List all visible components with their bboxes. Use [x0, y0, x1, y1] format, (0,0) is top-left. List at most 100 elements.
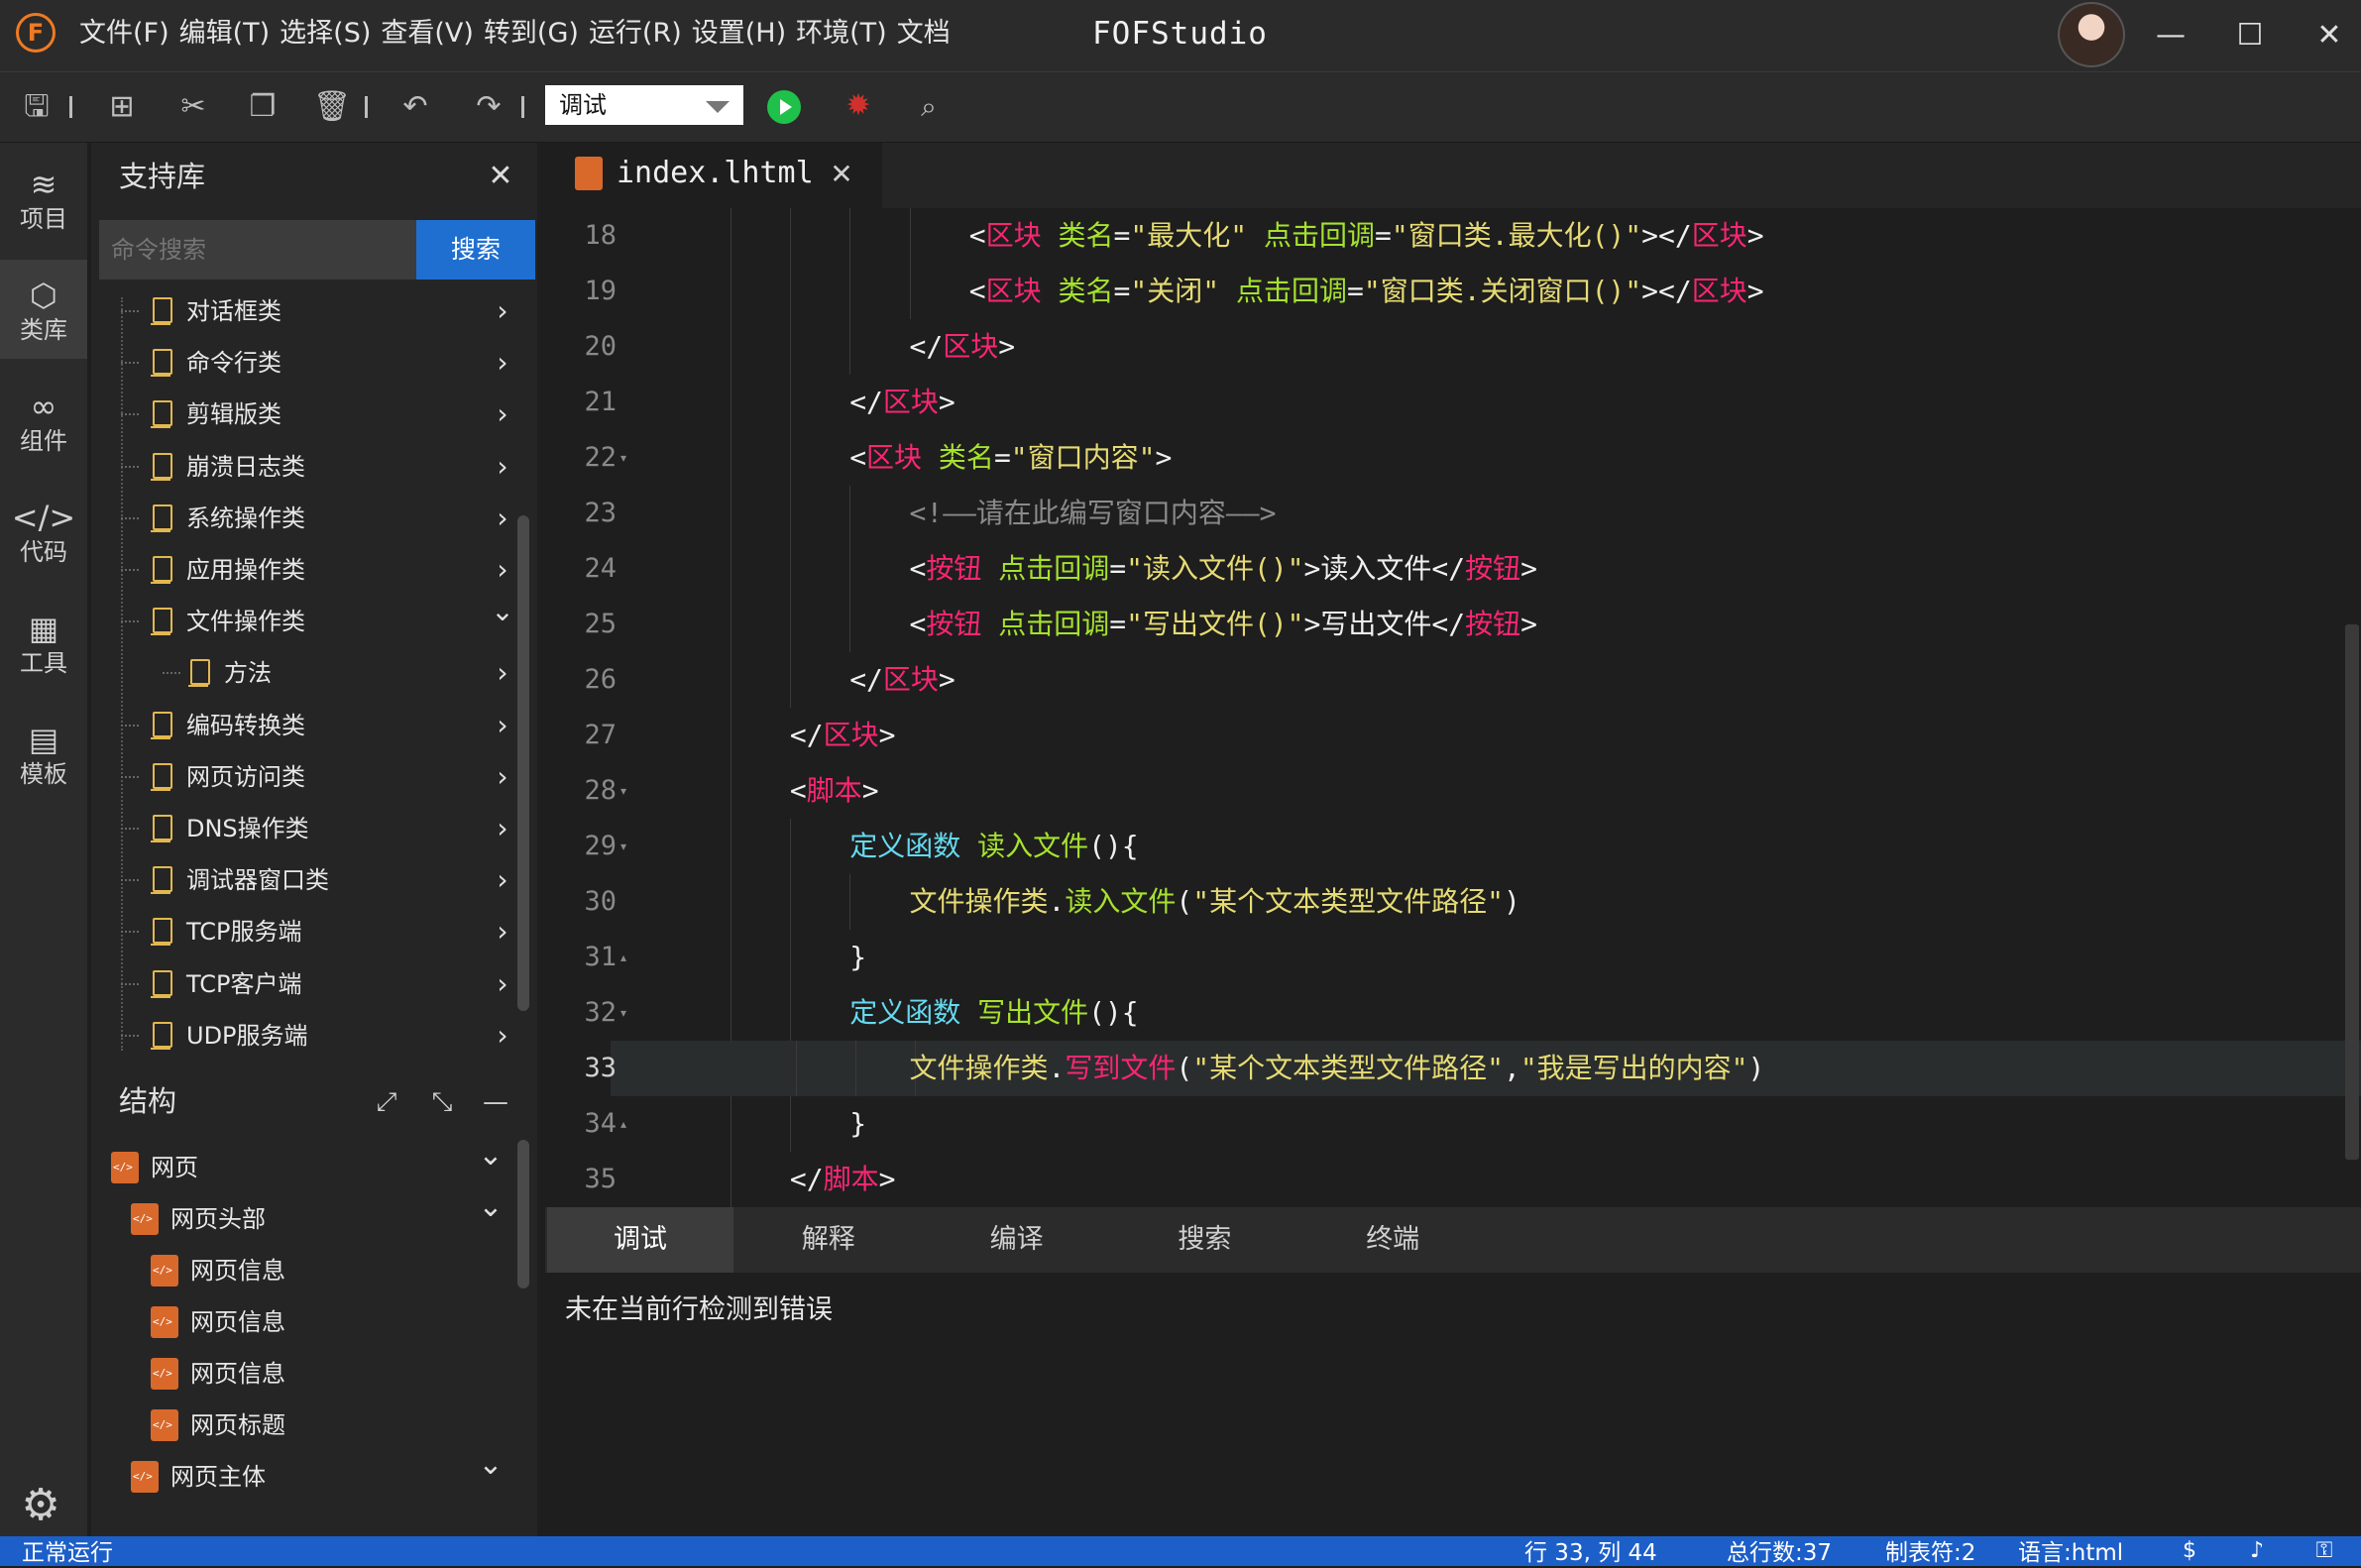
activity-item-5[interactable]: ▤ 模板: [0, 704, 87, 803]
library-item[interactable]: UDP服务端 ›: [99, 1010, 515, 1062]
command-search-input[interactable]: [99, 220, 416, 280]
menu-item[interactable]: 查看(V): [381, 14, 474, 54]
cursor-position[interactable]: 行 33, 列 44: [1524, 1538, 1657, 1568]
bottom-tab[interactable]: 编译: [924, 1207, 1110, 1273]
structure-item[interactable]: 网页信息: [147, 1348, 515, 1400]
language-mode[interactable]: 语言:html: [2018, 1538, 2123, 1568]
activity-item-2[interactable]: ∞ 组件: [0, 371, 87, 470]
chevron-right-icon[interactable]: ›: [490, 653, 515, 693]
chevron-right-icon[interactable]: ›: [490, 809, 515, 848]
menu-item[interactable]: 设置(H): [692, 14, 786, 54]
library-item[interactable]: 网页访问类 ›: [99, 751, 515, 803]
save-icon[interactable]: 🖫: [18, 88, 56, 126]
fold-close-icon[interactable]: ▴: [620, 1096, 626, 1152]
bug-icon[interactable]: ✹: [841, 88, 876, 124]
unlock-icon[interactable]: ⚿: [2309, 1536, 2339, 1566]
chevron-right-icon[interactable]: ›: [490, 291, 515, 331]
editor-tab-label[interactable]: index.lhtml: [617, 151, 814, 196]
structure-item[interactable]: 网页信息: [147, 1245, 515, 1296]
bottom-tab[interactable]: 调试: [547, 1207, 733, 1273]
minimize-panel-icon[interactable]: —: [478, 1084, 513, 1120]
library-item[interactable]: 编码转换类 ›: [99, 700, 515, 751]
fold-open-icon[interactable]: ▾: [620, 430, 626, 486]
library-item[interactable]: 崩溃日志类 ›: [99, 441, 515, 493]
chevron-down-icon[interactable]: ⌄: [476, 1187, 506, 1227]
delete-icon[interactable]: 🗑: [313, 88, 351, 126]
library-item[interactable]: 命令行类 ›: [99, 337, 515, 389]
chevron-right-icon[interactable]: ›: [490, 447, 515, 487]
library-item[interactable]: 应用操作类 ›: [99, 544, 515, 596]
close-icon[interactable]: ✕: [486, 157, 515, 196]
structure-item[interactable]: 网页信息: [147, 1296, 515, 1348]
undo-icon[interactable]: ↶: [396, 88, 434, 126]
chevron-right-icon[interactable]: ›: [490, 550, 515, 590]
menu-item[interactable]: 运行(R): [589, 14, 682, 54]
run-icon[interactable]: [767, 90, 801, 124]
structure-scrollbar[interactable]: [517, 1140, 529, 1288]
chevron-down-icon[interactable]: ⌄: [490, 592, 515, 631]
chevron-right-icon[interactable]: ›: [490, 860, 515, 900]
redo-icon[interactable]: ↷: [470, 88, 507, 126]
fold-close-icon[interactable]: ▴: [620, 930, 626, 985]
copy-icon[interactable]: ❐: [244, 88, 281, 126]
search-button[interactable]: 搜索: [416, 220, 535, 280]
cut-icon[interactable]: ✂: [174, 88, 212, 126]
chevron-down-icon[interactable]: ⌄: [476, 1445, 506, 1485]
close-tab-icon[interactable]: ✕: [827, 155, 856, 194]
menu-item[interactable]: 文件(F): [79, 14, 169, 54]
chevron-right-icon[interactable]: ›: [490, 394, 515, 434]
bottom-tab[interactable]: 终端: [1299, 1207, 1486, 1273]
chevron-right-icon[interactable]: ›: [490, 757, 515, 797]
library-item[interactable]: 系统操作类 ›: [99, 493, 515, 544]
fold-open-icon[interactable]: ▾: [620, 819, 626, 874]
maximize-icon[interactable]: ☐: [2228, 14, 2272, 57]
fold-open-icon[interactable]: ▾: [620, 985, 626, 1041]
activity-item-4[interactable]: ▦ 工具: [0, 593, 87, 692]
menu-item[interactable]: 编辑(T): [179, 14, 271, 54]
structure-item[interactable]: 网页标题: [147, 1400, 515, 1451]
code-editor[interactable]: 18 <区块 类名="最大化" 点击回调="窗口类.最大化()"></区块> 19 <…: [545, 208, 2361, 1207]
minimize-icon[interactable]: —: [2149, 14, 2192, 57]
library-item[interactable]: 对话框类 ›: [99, 285, 515, 337]
activity-item-0[interactable]: ≋ 项目: [0, 149, 87, 248]
user-avatar[interactable]: [2058, 2, 2125, 67]
structure-item[interactable]: 网页主体 ⌄: [127, 1447, 515, 1503]
expand-all-icon[interactable]: ⤢: [369, 1084, 404, 1120]
library-scrollbar[interactable]: [517, 515, 529, 1011]
library-item[interactable]: 剪辑版类 ›: [99, 389, 515, 440]
close-window-icon[interactable]: ✕: [2307, 14, 2351, 57]
activity-item-1[interactable]: ⬡ 类库: [0, 260, 87, 359]
library-item[interactable]: 调试器窗口类 ›: [99, 854, 515, 906]
menu-item[interactable]: 选择(S): [280, 14, 371, 54]
dollar-icon[interactable]: $: [2175, 1536, 2204, 1566]
new-file-icon[interactable]: ⊞: [103, 88, 141, 126]
chevron-down-icon[interactable]: ⌄: [476, 1136, 506, 1176]
chevron-right-icon[interactable]: ›: [490, 706, 515, 745]
activity-item-3[interactable]: </> 代码: [0, 482, 87, 581]
run-mode-select[interactable]: 调试: [545, 85, 743, 125]
menu-item[interactable]: 转到(G): [484, 14, 579, 54]
editor-scrollbar[interactable]: [2345, 624, 2359, 1160]
bottom-tab[interactable]: 搜索: [1111, 1207, 1297, 1273]
fold-open-icon[interactable]: ▾: [620, 763, 626, 819]
chevron-right-icon[interactable]: ›: [490, 499, 515, 538]
collapse-all-icon[interactable]: ⤡: [424, 1084, 460, 1120]
gear-icon[interactable]: ⚙: [10, 1475, 71, 1536]
tab-size[interactable]: 制表符:2: [1885, 1538, 1975, 1568]
library-item[interactable]: TCP服务端 ›: [99, 906, 515, 957]
chevron-right-icon[interactable]: ›: [490, 964, 515, 1004]
library-item[interactable]: 方法 ›: [99, 647, 515, 699]
library-item[interactable]: DNS操作类 ›: [99, 803, 515, 854]
library-item[interactable]: TCP客户端 ›: [99, 958, 515, 1010]
chevron-right-icon[interactable]: ›: [490, 343, 515, 383]
find-in-files-icon[interactable]: ⌕: [910, 88, 948, 126]
structure-item[interactable]: 网页头部 ⌄: [127, 1189, 515, 1245]
chevron-right-icon[interactable]: ›: [490, 1016, 515, 1056]
menu-item[interactable]: 环境(T): [796, 14, 887, 54]
chevron-right-icon[interactable]: ›: [490, 912, 515, 952]
library-item[interactable]: 文件操作类 ⌄: [99, 595, 515, 647]
menu-item[interactable]: 文档: [897, 14, 951, 54]
bell-icon[interactable]: ♪: [2242, 1536, 2272, 1566]
bottom-tab[interactable]: 解释: [735, 1207, 922, 1273]
structure-item[interactable]: 网页 ⌄: [107, 1138, 515, 1193]
